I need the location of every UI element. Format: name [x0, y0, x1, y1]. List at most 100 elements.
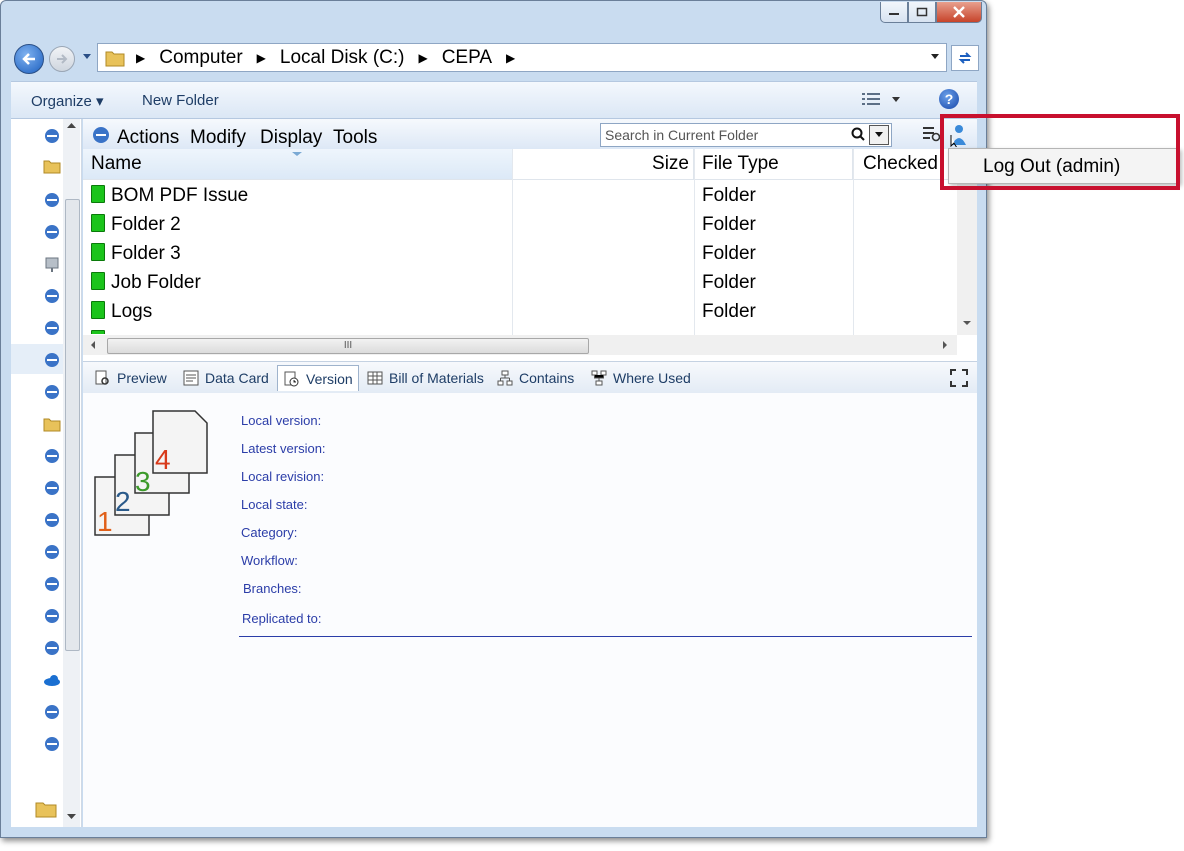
refresh-icon — [958, 52, 972, 64]
network-icon[interactable] — [43, 255, 61, 273]
advanced-search-icon[interactable] — [922, 125, 942, 143]
new-folder-button[interactable]: New Folder — [142, 92, 219, 109]
scroll-up-icon[interactable] — [63, 119, 80, 133]
vault-icon[interactable] — [43, 223, 61, 241]
breadcrumb-separator-icon[interactable]: ▶ — [418, 51, 427, 65]
navigation-pane — [11, 119, 82, 827]
tab-bill-of-materials[interactable]: Bill of Materials — [361, 367, 484, 389]
vault-icon[interactable] — [43, 511, 61, 529]
tab-version[interactable]: Version — [277, 365, 359, 391]
back-button[interactable] — [14, 44, 44, 74]
column-file-type[interactable]: File Type — [694, 149, 853, 179]
eye-icon — [95, 370, 109, 385]
back-arrow-icon — [22, 53, 35, 65]
recent-pages-dropdown-icon[interactable] — [82, 53, 92, 61]
file-name: Job Folder — [111, 272, 201, 293]
file-name: Folder 3 — [111, 243, 181, 264]
vault-icon[interactable] — [43, 191, 61, 209]
folder-icon — [105, 51, 125, 66]
minimize-button[interactable] — [880, 2, 908, 23]
vault-icon[interactable] — [43, 479, 61, 497]
column-size[interactable]: Size — [513, 149, 694, 179]
horizontal-scrollbar-thumb[interactable]: III — [107, 338, 589, 354]
view-dropdown-icon[interactable] — [891, 96, 901, 104]
folder-icon[interactable] — [43, 157, 61, 175]
vault-folder-icon — [91, 301, 105, 319]
vault-icon[interactable] — [43, 607, 61, 625]
vault-folder-icon — [91, 330, 105, 334]
close-icon — [953, 6, 965, 18]
scroll-left-icon[interactable] — [89, 340, 97, 350]
file-row[interactable]: Folder 3 Folder — [83, 238, 957, 267]
file-type: Folder — [702, 243, 756, 264]
vault-icon[interactable] — [43, 447, 61, 465]
breadcrumb-computer[interactable]: Computer — [159, 47, 242, 69]
vault-icon[interactable] — [43, 127, 61, 145]
file-row-partial[interactable] — [83, 325, 957, 334]
vault-icon[interactable] — [43, 703, 61, 721]
scroll-down-icon[interactable] — [65, 811, 78, 821]
version-digit-3: 3 — [135, 466, 151, 497]
expand-icon[interactable] — [949, 368, 969, 388]
search-input[interactable]: Search in Current Folder — [600, 123, 892, 147]
category-label: Category: — [241, 525, 298, 540]
minimize-icon — [889, 13, 899, 15]
vault-icon[interactable] — [43, 575, 61, 593]
address-bar[interactable]: ▶ Computer ▶ Local Disk (C:) ▶ CEPA ▶ — [97, 43, 947, 72]
vault-folder-icon — [91, 185, 105, 203]
tab-preview[interactable]: Preview — [89, 367, 167, 389]
vault-icon[interactable] — [43, 543, 61, 561]
tab-where-used[interactable]: Where Used — [585, 367, 691, 389]
help-icon[interactable]: ? — [939, 89, 959, 109]
menu-actions[interactable]: Actions — [117, 127, 179, 149]
local-revision-label: Local revision: — [241, 469, 325, 484]
forward-arrow-icon — [57, 54, 68, 64]
scroll-down-icon[interactable] — [961, 319, 973, 327]
organize-button[interactable]: Organize ▾ — [31, 92, 104, 110]
menu-tools[interactable]: Tools — [333, 127, 377, 149]
search-icon[interactable] — [851, 127, 865, 141]
file-name: Folder 2 — [111, 214, 181, 235]
menu-modify[interactable]: Modify — [190, 127, 246, 149]
vault-icon[interactable] — [43, 319, 61, 337]
search-options-button[interactable] — [869, 125, 889, 145]
libraries-icon[interactable] — [35, 799, 57, 819]
vault-menu-bar: Actions Modify Display Tools Search in C… — [83, 119, 977, 149]
menu-display[interactable]: Display — [260, 127, 322, 149]
vault-icon[interactable] — [43, 639, 61, 657]
vault-icon[interactable] — [43, 735, 61, 753]
refresh-button[interactable] — [951, 45, 979, 71]
onedrive-icon[interactable] — [43, 671, 61, 689]
version-digit-2: 2 — [115, 486, 131, 517]
nav-scrollbar-thumb[interactable] — [65, 199, 80, 651]
file-row[interactable]: Job Folder Folder — [83, 267, 957, 296]
branches-label: Branches: — [243, 581, 302, 596]
vault-icon[interactable] — [43, 383, 61, 401]
breadcrumb-separator-icon[interactable]: ▶ — [257, 51, 266, 65]
replicated-to-label: Replicated to: — [242, 611, 322, 626]
folder-icon[interactable] — [43, 415, 61, 433]
file-list-horizontal-scrollbar[interactable]: III — [83, 335, 957, 355]
vault-icon[interactable] — [43, 287, 61, 305]
forward-button[interactable] — [49, 46, 75, 72]
maximize-button[interactable] — [908, 2, 936, 23]
breadcrumb-local-disk[interactable]: Local Disk (C:) — [280, 47, 405, 69]
address-dropdown-icon[interactable] — [930, 53, 940, 61]
breadcrumb-cepa[interactable]: CEPA — [442, 47, 492, 69]
view-options-icon[interactable] — [861, 92, 881, 108]
close-button[interactable] — [936, 2, 982, 23]
latest-version-label: Latest version: — [241, 441, 326, 456]
file-row[interactable]: BOM PDF Issue Folder — [83, 180, 957, 209]
title-bar — [1, 1, 986, 37]
tab-data-card[interactable]: Data Card — [177, 367, 269, 389]
scroll-right-icon[interactable] — [941, 340, 949, 350]
tab-contains[interactable]: Contains — [491, 367, 574, 389]
version-divider — [239, 636, 972, 637]
sort-indicator-icon — [292, 152, 302, 156]
breadcrumb-separator-icon[interactable]: ▶ — [136, 51, 145, 65]
breadcrumb-separator-icon[interactable]: ▶ — [506, 51, 515, 65]
vault-icon[interactable] — [43, 351, 61, 369]
column-header: Name Size File Type Checked — [83, 149, 957, 180]
file-row[interactable]: Folder 2 Folder — [83, 209, 957, 238]
file-row[interactable]: Logs Folder — [83, 296, 957, 325]
